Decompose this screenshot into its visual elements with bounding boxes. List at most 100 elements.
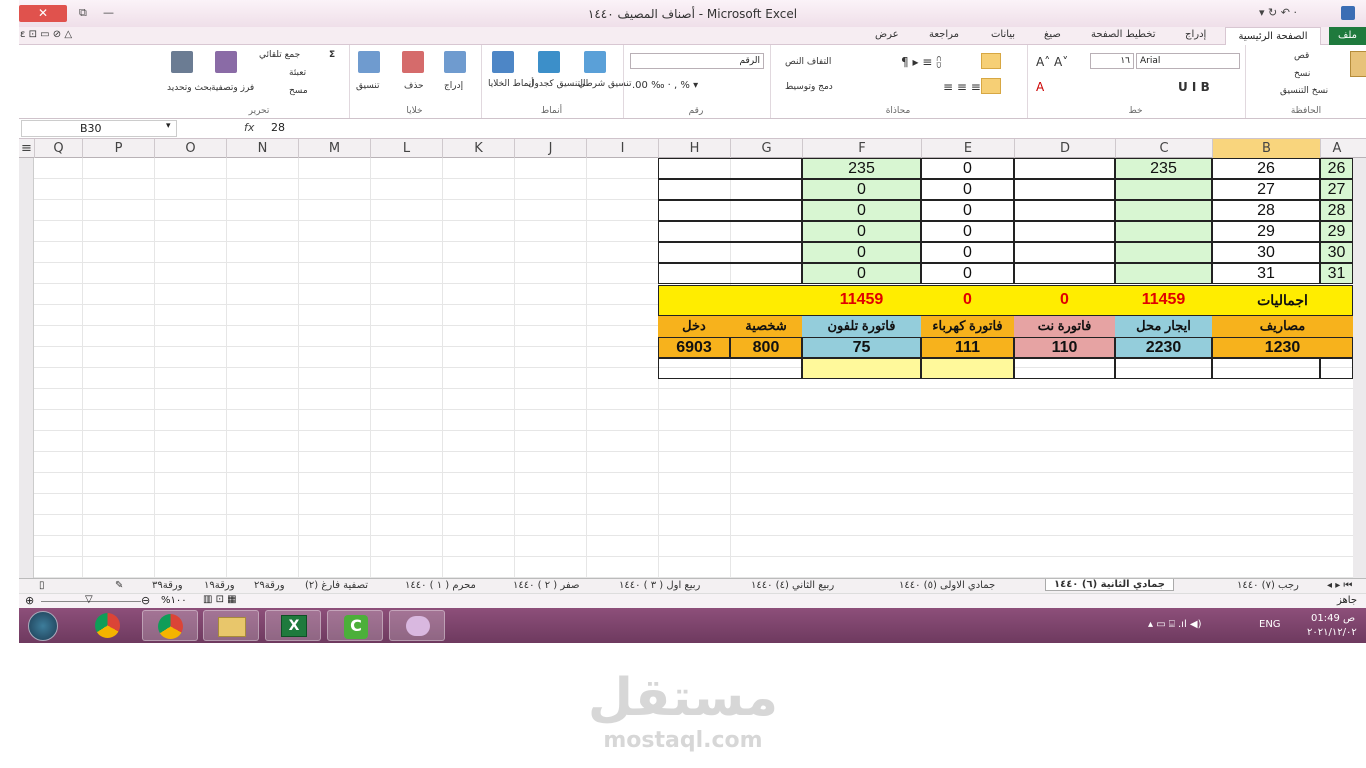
cell-b-row5[interactable]: 30 xyxy=(1212,242,1320,263)
col-header-f[interactable]: F xyxy=(802,139,921,158)
quick-access-toolbar[interactable]: ▾ ↻ ↶ · xyxy=(1259,6,1297,19)
sheet-tab-blank[interactable]: تصفية فارغ (٢) xyxy=(305,580,368,591)
font-color-icon[interactable]: A xyxy=(1036,80,1044,94)
sheet-tab-rajab[interactable]: رجب (٧) ١٤٤٠ xyxy=(1237,580,1299,591)
format-painter-button[interactable]: نسخ التنسيق xyxy=(1280,86,1328,96)
sheet-tab-jumada-2-active[interactable]: جمادي الثانية (٦) ١٤٤٠ xyxy=(1045,579,1175,591)
tab-home[interactable]: الصفحة الرئيسية xyxy=(1225,27,1321,46)
tab-window-controls[interactable]: ε ⊡ ▭ ⊘ △ xyxy=(20,29,72,40)
col-header-i[interactable]: I xyxy=(586,139,658,158)
delete-cells-icon[interactable] xyxy=(402,51,424,73)
col-header-h[interactable]: H xyxy=(658,139,730,158)
cell-styles-button[interactable]: أنماط الخلايا xyxy=(488,79,534,89)
tab-insert[interactable]: إدراج xyxy=(1185,29,1206,40)
zoom-level[interactable]: %١٠٠ xyxy=(161,595,187,606)
insert-function-icon[interactable]: fx xyxy=(244,121,254,134)
cell-c-row2[interactable] xyxy=(1115,179,1212,200)
autosum-button[interactable]: جمع تلقائي xyxy=(259,50,300,60)
indent-icons[interactable]: ≡ ≡ ≡ xyxy=(943,80,981,94)
cell-c-row3[interactable] xyxy=(1115,200,1212,221)
excel-taskbar-icon[interactable]: X xyxy=(265,610,321,641)
col-header-q[interactable]: Q xyxy=(34,139,82,158)
cell-b-row3-selected[interactable]: 28 xyxy=(1212,200,1320,221)
find-button[interactable]: بحث وتحديد xyxy=(167,83,212,93)
empty-cell-c[interactable] xyxy=(1115,358,1212,379)
col-header-g[interactable]: G xyxy=(730,139,802,158)
cell-b-row1[interactable]: 26 xyxy=(1212,158,1320,179)
col-header-n[interactable]: N xyxy=(226,139,298,158)
cell-c-row1[interactable]: 235 xyxy=(1115,158,1212,179)
empty-cell-gh[interactable] xyxy=(658,358,802,379)
total-c[interactable]: 11459 xyxy=(1115,290,1212,311)
cell-styles-icon[interactable] xyxy=(492,51,514,73)
save-icon[interactable] xyxy=(1341,6,1355,20)
cell-e-row1[interactable]: 0 xyxy=(921,158,1014,179)
tray-icons[interactable]: ▴ ▭ ⌸ .ıl ◀) xyxy=(1148,619,1202,630)
zoom-thumb-icon[interactable]: ▽ xyxy=(85,594,93,605)
fill-button[interactable]: تعبئة xyxy=(289,68,306,78)
cell-d-row5[interactable] xyxy=(1014,242,1115,263)
format-table-button[interactable]: التنسيق كجدول xyxy=(528,79,586,89)
cell-b-row2[interactable]: 27 xyxy=(1212,179,1320,200)
cell-gh-row4[interactable] xyxy=(658,221,802,242)
value-personal[interactable]: 800 xyxy=(730,337,802,358)
zoom-out-icon[interactable]: ⊖ xyxy=(141,594,150,607)
sheet-tab-19[interactable]: ورقة١٩ xyxy=(204,580,235,591)
chrome-icon[interactable] xyxy=(79,610,135,641)
number-format-select[interactable]: الرقم xyxy=(630,53,764,69)
insert-cells-icon[interactable] xyxy=(444,51,466,73)
sheet-tab-safar[interactable]: صفر ( ٢ ) ١٤٤٠ xyxy=(513,580,579,591)
col-header-k[interactable]: K xyxy=(442,139,514,158)
language-indicator[interactable]: ENG xyxy=(1259,619,1281,630)
merge-center-button[interactable]: دمج وتوسيط xyxy=(785,82,833,92)
cell-f-row5[interactable]: 0 xyxy=(802,242,921,263)
insert-button[interactable]: إدراج xyxy=(444,81,463,91)
cell-f-row1[interactable]: 235 xyxy=(802,158,921,179)
sheet-tab-39[interactable]: ورقة٣٩ xyxy=(152,580,183,591)
header-electricity-bill[interactable]: فاتورة كهرباء xyxy=(921,316,1014,337)
camtasia-icon[interactable]: C xyxy=(327,610,383,641)
cell-gh-row5[interactable] xyxy=(658,242,802,263)
cell-a-row5[interactable]: 30 xyxy=(1320,242,1353,263)
cell-f-row6[interactable]: 0 xyxy=(802,263,921,284)
col-header-a[interactable]: A xyxy=(1320,139,1353,158)
font-size-grow-icon[interactable]: A˄ A˅ xyxy=(1036,55,1068,69)
col-header-o[interactable]: O xyxy=(154,139,226,158)
clock-date[interactable]: ٢٠٢١/١٢/٠٢ xyxy=(1307,627,1357,638)
font-size-select[interactable]: ١٦ xyxy=(1090,53,1134,69)
totals-label[interactable]: اجماليات xyxy=(1212,290,1353,311)
total-d[interactable]: 0 xyxy=(1014,290,1115,311)
header-internet-bill[interactable]: فاتورة نت xyxy=(1014,316,1115,337)
align-middle-icon[interactable] xyxy=(981,53,1001,69)
select-all-corner[interactable]: ≡ xyxy=(19,139,34,158)
start-button-icon[interactable] xyxy=(28,611,58,641)
align-center-icon[interactable] xyxy=(981,78,1001,94)
cell-d-row2[interactable] xyxy=(1014,179,1115,200)
name-box[interactable]: B30 xyxy=(21,120,177,137)
cell-a-row4[interactable]: 29 xyxy=(1320,221,1353,242)
format-cells-icon[interactable] xyxy=(358,51,380,73)
value-shop-rent[interactable]: 2230 xyxy=(1115,337,1212,358)
col-header-l[interactable]: L xyxy=(370,139,442,158)
header-phone-bill[interactable]: فاتورة تلفون xyxy=(802,316,921,337)
format-button[interactable]: تنسيق xyxy=(356,81,379,91)
delete-button[interactable]: حذف xyxy=(404,81,424,91)
bold-italic-underline-icons[interactable]: U I B xyxy=(1178,80,1210,94)
wrap-text-button[interactable]: التفاف النص xyxy=(785,57,831,67)
cell-b-row4[interactable]: 29 xyxy=(1212,221,1320,242)
empty-cell-d[interactable] xyxy=(1014,358,1115,379)
number-buttons[interactable]: .00 ‰ · , % ▾ xyxy=(632,80,698,91)
header-shop-rent[interactable]: ايجار محل xyxy=(1115,316,1212,337)
col-header-m[interactable]: M xyxy=(298,139,370,158)
value-internet-bill[interactable]: 110 xyxy=(1014,337,1115,358)
cell-d-row4[interactable] xyxy=(1014,221,1115,242)
value-expenses[interactable]: 1230 xyxy=(1212,337,1353,358)
sheet-tab-rabi-1[interactable]: ربيع اول ( ٣ ) ١٤٤٠ xyxy=(619,580,700,591)
format-table-icon[interactable] xyxy=(538,51,560,73)
paint-icon[interactable] xyxy=(389,610,445,641)
chrome-active-icon[interactable] xyxy=(142,610,198,641)
cell-b-row6[interactable]: 31 xyxy=(1212,263,1320,284)
col-header-d[interactable]: D xyxy=(1014,139,1115,158)
cell-gh-row1[interactable] xyxy=(658,158,802,179)
tab-data[interactable]: بيانات xyxy=(991,29,1015,40)
